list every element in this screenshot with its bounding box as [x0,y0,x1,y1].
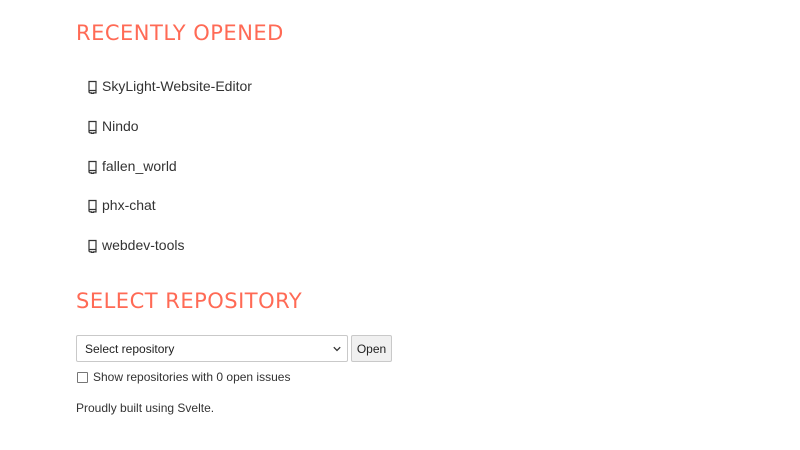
select-repository-heading: SELECT REPOSITORY [76,289,303,313]
recent-item-label: phx-chat [102,197,156,214]
recent-item-label: SkyLight-Website-Editor [102,78,252,94]
recent-item-phx-chat[interactable]: phx-chat [87,195,252,235]
repository-select[interactable]: Select repository [76,335,348,362]
recent-item-label: fallen_world [102,157,177,174]
page: RECENTLY OPENED SkyLight-Website-Editor … [0,0,800,450]
recent-item-label: webdev-tools [102,237,185,253]
footer-text: Proudly built using Svelte. [76,401,215,415]
show-empty-repos-option: Show repositories with 0 open issues [77,370,290,384]
open-button[interactable]: Open [351,335,392,362]
recently-opened-heading: RECENTLY OPENED [76,21,284,45]
chevron-down-icon [333,345,341,353]
repository-form: Select repository Open [76,335,392,362]
show-empty-repos-checkbox[interactable] [77,371,88,383]
recent-item-webdev-tools[interactable]: webdev-tools [87,235,252,275]
recently-opened-list: SkyLight-Website-Editor Nindo fallen_wor… [87,76,252,275]
repo-icon [87,160,98,174]
repo-icon [87,239,98,253]
recent-item-fallen-world[interactable]: fallen_world [87,156,252,196]
recent-item-label: Nindo [102,117,139,134]
recent-item-skylight-website-editor[interactable]: SkyLight-Website-Editor [87,76,252,116]
show-empty-repos-label[interactable]: Show repositories with 0 open issues [93,370,290,384]
repo-icon [87,80,98,94]
repository-select-value: Select repository [85,341,175,356]
recent-item-nindo[interactable]: Nindo [87,116,252,156]
repo-icon [87,199,98,214]
repo-icon [87,120,98,134]
